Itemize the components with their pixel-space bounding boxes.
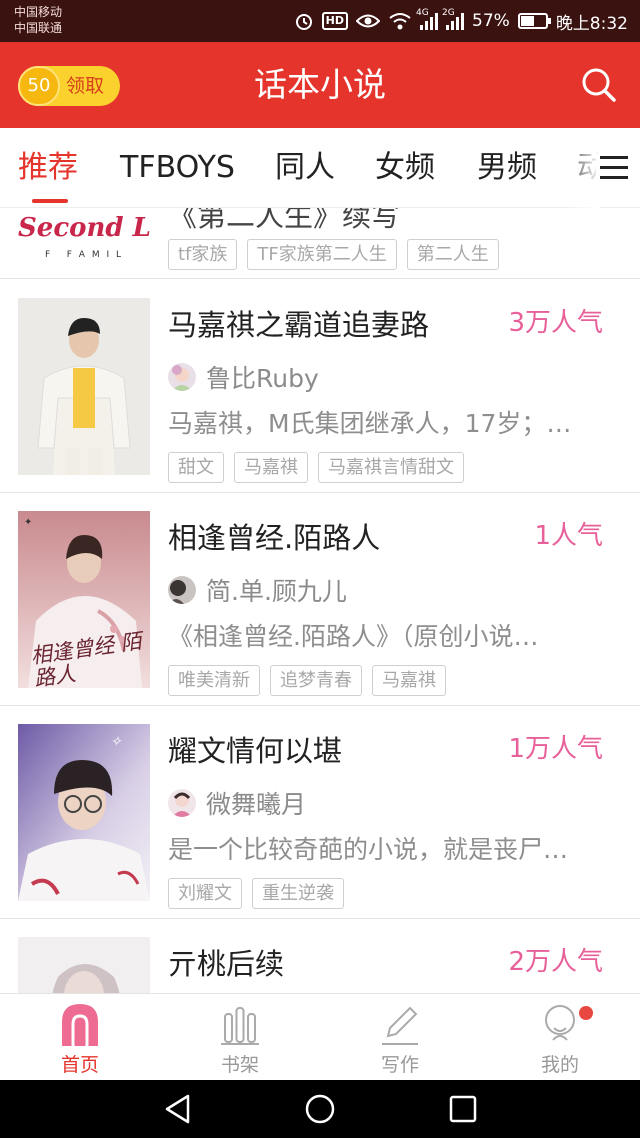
tag[interactable]: 刘耀文 — [168, 878, 242, 909]
tab-fanfic[interactable]: 同人 — [275, 128, 335, 208]
carrier-2: 中国联通 — [14, 21, 63, 35]
book-list: Second Life F F A M I L 《第二人生》续写 tf家族 TF… — [0, 208, 640, 993]
book-cover — [18, 298, 150, 475]
recents-icon[interactable] — [448, 1093, 478, 1125]
cover-subtext: F F A M I L — [45, 250, 123, 260]
tab-female[interactable]: 女频 — [375, 128, 435, 208]
nav-profile[interactable]: 我的 — [480, 994, 640, 1081]
popularity-count: 1万人气 — [508, 734, 603, 764]
home-circle-icon[interactable] — [304, 1093, 336, 1125]
book-title: 《第二人生》续写 — [168, 208, 401, 233]
nav-label: 书架 — [220, 1054, 259, 1076]
list-item[interactable]: Second Life F F A M I L 《第二人生》续写 tf家族 TF… — [0, 208, 640, 279]
tab-fade — [560, 128, 600, 208]
clock: 晚上8:32 — [555, 13, 628, 34]
tag[interactable]: 马嘉祺 — [372, 665, 446, 696]
list-item[interactable]: 亓桃后续 2万人气 — [0, 919, 640, 993]
notification-dot — [579, 1006, 593, 1020]
tag-list: 唯美清新 追梦青春 马嘉祺 — [168, 665, 446, 696]
author-name: 鲁比Ruby — [206, 364, 319, 393]
status-bar: 中国移动 中国联通 HD 4G 2G 57% 晚上8:32 — [0, 0, 640, 42]
hd-badge: HD — [321, 12, 349, 30]
tag[interactable]: tf家族 — [168, 239, 238, 270]
book-synopsis: 是一个比较奇葩的小说，就是丧尸… — [168, 835, 569, 864]
book-title: 耀文情何以堪 — [168, 734, 343, 768]
category-tabs: 推荐 TFBOYS 同人 女频 男频 动 — [0, 128, 640, 208]
system-nav-bar — [0, 1080, 640, 1138]
svg-text:✦: ✦ — [24, 517, 32, 528]
author[interactable]: 鲁比Ruby — [168, 362, 319, 393]
tag-list: tf家族 TF家族第二人生 第二人生 — [168, 239, 499, 270]
author[interactable]: 简.单.顾九儿 — [168, 575, 347, 606]
nav-label: 我的 — [540, 1054, 579, 1076]
tab-male[interactable]: 男频 — [477, 128, 537, 208]
app-header: 50 领取 话本小说 — [0, 42, 640, 128]
carrier-1: 中国移动 — [14, 5, 63, 19]
nav-write[interactable]: 写作 — [320, 994, 480, 1081]
nav-bookshelf[interactable]: 书架 — [160, 994, 320, 1081]
book-synopsis: 马嘉祺，M氏集团继承人，17岁；… — [168, 409, 572, 438]
app-title: 话本小说 — [254, 65, 386, 104]
book-cover: Second Life F F A M I L — [18, 208, 150, 262]
bottom-nav: 首页 书架 写作 我的 — [0, 993, 640, 1080]
battery-fill — [520, 16, 535, 26]
status-icons: HD 4G 2G 57% 晚上8:32 — [294, 0, 628, 42]
nav-label: 写作 — [380, 1054, 419, 1076]
book-title: 相逢曾经.陌路人 — [168, 521, 381, 555]
wifi-icon — [389, 13, 411, 30]
book-cover: ✦ 相逢曾经 陌路人 — [18, 511, 150, 688]
bookshelf-icon — [221, 1007, 259, 1045]
carrier-info: 中国移动 中国联通 — [14, 4, 62, 36]
tag[interactable]: 追梦青春 — [270, 665, 362, 696]
signal-icon: 4G — [416, 8, 439, 30]
author[interactable]: 微舞曦月 — [168, 788, 307, 819]
svg-text:✧: ✧ — [110, 734, 123, 750]
eye-icon — [356, 14, 381, 28]
list-item[interactable]: 马嘉祺之霸道追妻路 3万人气 鲁比Ruby 马嘉祺，M氏集团继承人，17岁；… … — [0, 280, 640, 493]
home-icon — [62, 1004, 98, 1046]
tab-recommended[interactable]: 推荐 — [18, 128, 78, 208]
tag-list: 刘耀文 重生逆袭 — [168, 878, 344, 909]
author-avatar — [168, 576, 196, 604]
book-synopsis: 《相逢曾经.陌路人》（原创小说… — [168, 622, 539, 651]
list-item[interactable]: ✦ 相逢曾经 陌路人 相逢曾经.陌路人 1人气 简.单.顾九儿 《相逢曾经.陌路… — [0, 493, 640, 706]
book-title: 马嘉祺之霸道追妻路 — [168, 308, 430, 342]
author-avatar — [168, 363, 196, 391]
tag-list: 甜文 马嘉祺 马嘉祺言情甜文 — [168, 452, 464, 483]
tag[interactable]: 马嘉祺 — [234, 452, 308, 483]
popularity-count: 2万人气 — [508, 947, 603, 977]
tag[interactable]: 唯美清新 — [168, 665, 260, 696]
tag[interactable]: TF家族第二人生 — [247, 239, 397, 270]
book-cover: ✧ — [18, 724, 150, 901]
tag[interactable]: 第二人生 — [406, 239, 499, 270]
search-icon[interactable] — [580, 66, 618, 104]
author-name: 微舞曦月 — [206, 790, 307, 819]
back-icon[interactable] — [163, 1093, 193, 1125]
nav-home[interactable]: 首页 — [0, 994, 160, 1081]
nav-label: 首页 — [60, 1054, 99, 1076]
tab-tfboys[interactable]: TFBOYS — [120, 128, 235, 208]
active-tab-indicator — [32, 199, 68, 203]
menu-icon[interactable] — [596, 154, 632, 182]
tag[interactable]: 马嘉祺言情甜文 — [318, 452, 464, 483]
author-avatar — [168, 789, 196, 817]
popularity-count: 3万人气 — [508, 308, 603, 338]
tag[interactable]: 重生逆袭 — [252, 878, 344, 909]
list-item[interactable]: ✧ 耀文情何以堪 1万人气 微舞曦月 是一个比较奇葩的小说，就是丧尸… 刘耀文 … — [0, 706, 640, 919]
popularity-count: 1人气 — [534, 521, 603, 551]
book-cover — [18, 937, 150, 993]
battery-percent: 57% — [472, 11, 510, 31]
pencil-icon — [382, 1006, 418, 1045]
tag[interactable]: 甜文 — [168, 452, 224, 483]
battery-icon — [517, 13, 551, 29]
signal-icon: 2G — [442, 8, 465, 30]
alarm-icon — [295, 14, 312, 30]
author-name: 简.单.顾九儿 — [206, 577, 347, 606]
profile-icon — [545, 1005, 575, 1041]
cover-text: Second Life — [18, 213, 150, 243]
book-title: 亓桃后续 — [168, 947, 285, 981]
